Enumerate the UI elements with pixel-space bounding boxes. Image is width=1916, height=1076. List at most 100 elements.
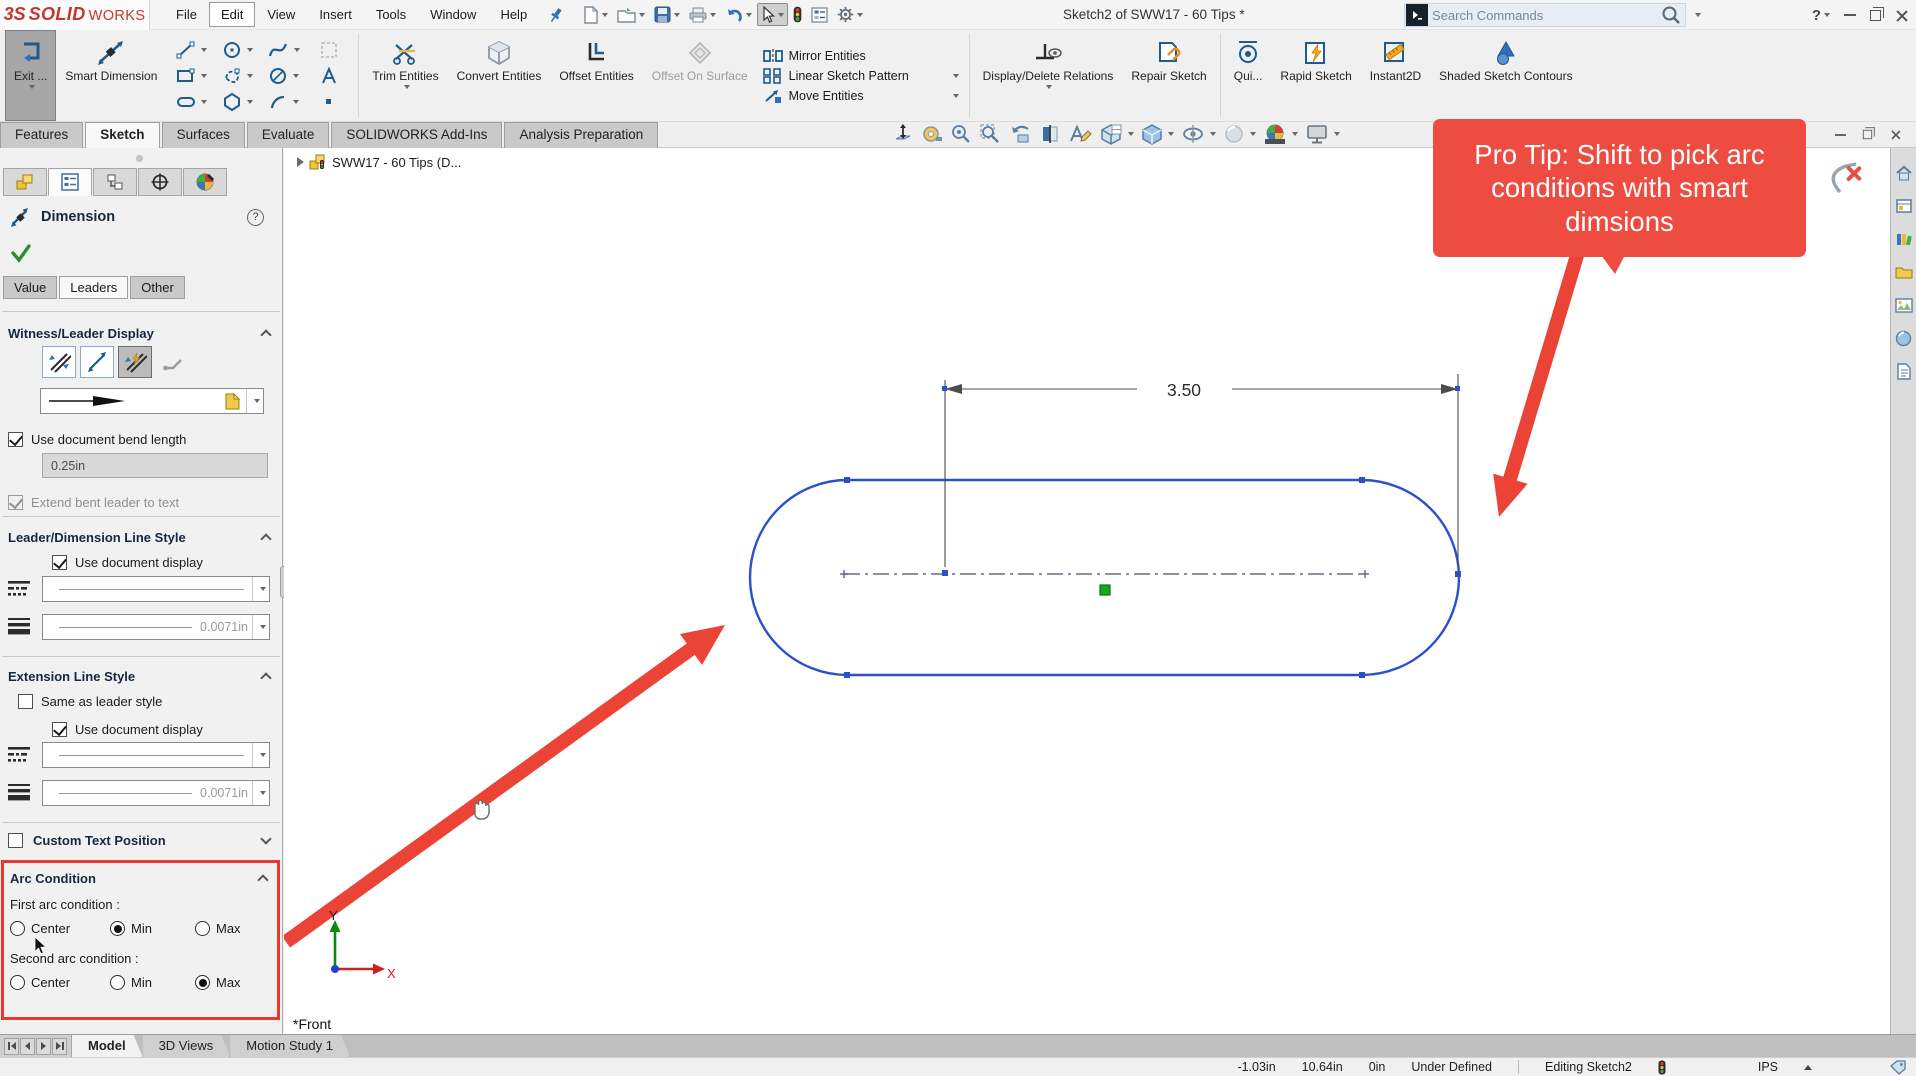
ellipse-tool[interactable]: [260, 63, 306, 89]
origin-point[interactable]: [1100, 585, 1110, 595]
tab-value[interactable]: Value: [3, 276, 57, 299]
first-tab-button[interactable]: [4, 1038, 19, 1055]
ghost-entity-tool[interactable]: [306, 37, 352, 63]
save-button[interactable]: [650, 3, 684, 26]
zoom-to-selection-button[interactable]: [979, 123, 1001, 145]
arc-condition-header[interactable]: Arc Condition: [10, 871, 267, 886]
display-style-caret[interactable]: [1168, 132, 1174, 136]
close-button[interactable]: [1895, 9, 1908, 22]
restore-button[interactable]: [1870, 10, 1881, 21]
hide-show-items-button[interactable]: [1181, 123, 1216, 145]
appearances-icon[interactable]: [1893, 327, 1915, 349]
undo-caret[interactable]: [746, 13, 752, 17]
rectangle-tool-caret[interactable]: [201, 74, 207, 78]
options-caret[interactable]: [857, 13, 863, 17]
units-caret-icon[interactable]: [1804, 1065, 1812, 1070]
new-document-button[interactable]: [579, 3, 612, 27]
arc-tool[interactable]: [260, 89, 306, 115]
status-units[interactable]: IPS: [1758, 1060, 1778, 1074]
freeform-tool-caret[interactable]: [247, 74, 253, 78]
tab-solidworks-add-ins[interactable]: SOLIDWORKS Add-Ins: [331, 122, 502, 148]
sketch-annotation-button[interactable]: [1068, 123, 1092, 145]
tab-analysis-preparation[interactable]: Analysis Preparation: [504, 122, 658, 148]
tab-leaders[interactable]: Leaders: [59, 276, 128, 299]
home-icon[interactable]: [1893, 162, 1915, 184]
instant2d-button[interactable]: Instant2D: [1361, 30, 1430, 121]
move-entities-button[interactable]: Move Entities: [763, 88, 959, 104]
ribbon-minimize-icon[interactable]: [1835, 134, 1846, 136]
leader-line-style-section-header[interactable]: Leader/Dimension Line Style: [8, 530, 270, 545]
menu-insert[interactable]: Insert: [307, 2, 364, 27]
undo-button[interactable]: [721, 4, 756, 26]
solidworks-resources-icon[interactable]: [1893, 195, 1915, 217]
open-document-button[interactable]: [613, 4, 649, 26]
pin-icon[interactable]: [549, 7, 563, 23]
tree-expand-icon[interactable]: [297, 157, 304, 167]
extension-line-style-caret[interactable]: [252, 743, 269, 767]
text-tool[interactable]: [306, 63, 352, 89]
outside-arrows-toggle[interactable]: [42, 346, 76, 378]
menu-help[interactable]: Help: [488, 2, 539, 27]
extension-line-style-combo[interactable]: [42, 742, 270, 768]
previous-tab-button[interactable]: [20, 1038, 35, 1055]
use-document-bend-length-row[interactable]: Use document bend length: [8, 432, 282, 447]
menu-view[interactable]: View: [255, 2, 307, 27]
witness-leader-section-header[interactable]: Witness/Leader Display: [8, 326, 270, 341]
panel-help-button[interactable]: ?: [247, 209, 264, 226]
select-tool-button[interactable]: [757, 3, 788, 26]
print-button[interactable]: [685, 4, 720, 26]
leader-use-document-display-row[interactable]: Use document display: [52, 555, 282, 570]
slot-tool[interactable]: [168, 89, 214, 115]
offset-entities-button[interactable]: Offset Entities: [550, 30, 642, 121]
hide-show-caret[interactable]: [1210, 132, 1216, 136]
menu-file[interactable]: File: [164, 2, 209, 27]
panel-resize-dot[interactable]: [136, 155, 143, 162]
display-delete-caret[interactable]: [1046, 85, 1052, 89]
use-document-bend-length-checkbox[interactable]: [8, 432, 23, 447]
search-commands-box[interactable]: Search Commands: [1404, 3, 1686, 27]
arrow-style-combo[interactable]: [40, 388, 264, 414]
dimension-text[interactable]: 3.50: [1167, 380, 1201, 400]
extend-bent-leader-row[interactable]: Extend bent leader to text: [8, 495, 282, 510]
smart-dimension-button[interactable]: Smart Dimension: [56, 30, 166, 121]
print-caret[interactable]: [710, 13, 716, 17]
tab-surfaces[interactable]: Surfaces: [162, 122, 245, 148]
first-arc-max-radio[interactable]: Max: [195, 921, 241, 936]
first-arc-min-radio[interactable]: Min: [110, 921, 152, 936]
rapid-sketch-button[interactable]: Rapid Sketch: [1271, 30, 1360, 121]
search-scope-caret[interactable]: [1695, 13, 1701, 17]
circle-tool[interactable]: [214, 37, 260, 63]
leader-use-document-display-checkbox[interactable]: [52, 555, 67, 570]
convert-entities-button[interactable]: Convert Entities: [448, 30, 551, 121]
inside-arrows-toggle[interactable]: [80, 346, 114, 378]
edit-appearance-button[interactable]: [1223, 123, 1256, 145]
extension-line-style-section-header[interactable]: Extension Line Style: [8, 669, 270, 684]
arrow-style-caret[interactable]: [246, 389, 263, 413]
menu-tools[interactable]: Tools: [364, 2, 418, 27]
next-tab-button[interactable]: [36, 1038, 51, 1055]
offset-on-surface-button[interactable]: Offset On Surface: [643, 30, 757, 121]
select-tool-caret[interactable]: [778, 13, 784, 17]
tab-features[interactable]: Features: [0, 122, 83, 148]
freeform-tool[interactable]: [214, 63, 260, 89]
tab-motion-study-1[interactable]: Motion Study 1: [230, 1035, 350, 1057]
graphics-area[interactable]: 3.50: [284, 148, 1890, 1034]
apply-scene-button[interactable]: [1263, 123, 1298, 145]
line-tool[interactable]: [168, 37, 214, 63]
last-tab-button[interactable]: [52, 1038, 67, 1055]
quick-snaps-button[interactable]: Qui...: [1225, 30, 1272, 121]
zoom-to-fit-button[interactable]: [892, 123, 914, 145]
arc-tool-caret[interactable]: [293, 100, 299, 104]
linear-sketch-pattern-button[interactable]: Linear Sketch Pattern: [763, 68, 959, 84]
slot-sketch-profile[interactable]: [750, 480, 1459, 675]
shaded-sketch-contours-button[interactable]: Shaded Sketch Contours: [1430, 30, 1581, 121]
point-tool[interactable]: [306, 89, 352, 115]
same-as-leader-row[interactable]: Same as leader style: [18, 694, 282, 709]
leader-line-style-caret[interactable]: [252, 577, 269, 601]
edit-appearance-caret[interactable]: [1250, 132, 1256, 136]
spline-tool-caret[interactable]: [294, 48, 300, 52]
rectangle-tool[interactable]: [168, 63, 214, 89]
feature-manager-tab[interactable]: [3, 168, 47, 196]
apply-scene-caret[interactable]: [1292, 132, 1298, 136]
ribbon-close-icon[interactable]: [1890, 129, 1900, 139]
